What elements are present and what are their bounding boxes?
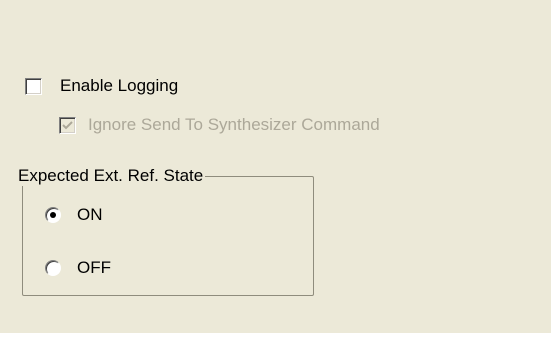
radio-option-on[interactable]: ON bbox=[45, 204, 103, 226]
radio-on-button[interactable] bbox=[45, 207, 61, 223]
radio-off-button[interactable] bbox=[45, 260, 61, 276]
radio-option-off[interactable]: OFF bbox=[45, 257, 111, 279]
ignore-send-label: Ignore Send To Synthesizer Command bbox=[88, 115, 380, 134]
checkmark-icon bbox=[62, 120, 73, 129]
ignore-send-checkbox bbox=[59, 116, 76, 134]
radio-off-label[interactable]: OFF bbox=[77, 258, 111, 278]
ignore-send-option: Ignore Send To Synthesizer Command bbox=[59, 114, 380, 136]
enable-logging-option[interactable]: Enable Logging bbox=[25, 75, 178, 97]
radio-on-label[interactable]: ON bbox=[77, 205, 103, 225]
enable-logging-checkbox[interactable] bbox=[25, 77, 42, 95]
ref-state-group-title: Expected Ext. Ref. State bbox=[16, 166, 206, 186]
enable-logging-label[interactable]: Enable Logging bbox=[60, 76, 178, 96]
settings-panel: Enable Logging Ignore Send To Synthesize… bbox=[0, 0, 551, 333]
